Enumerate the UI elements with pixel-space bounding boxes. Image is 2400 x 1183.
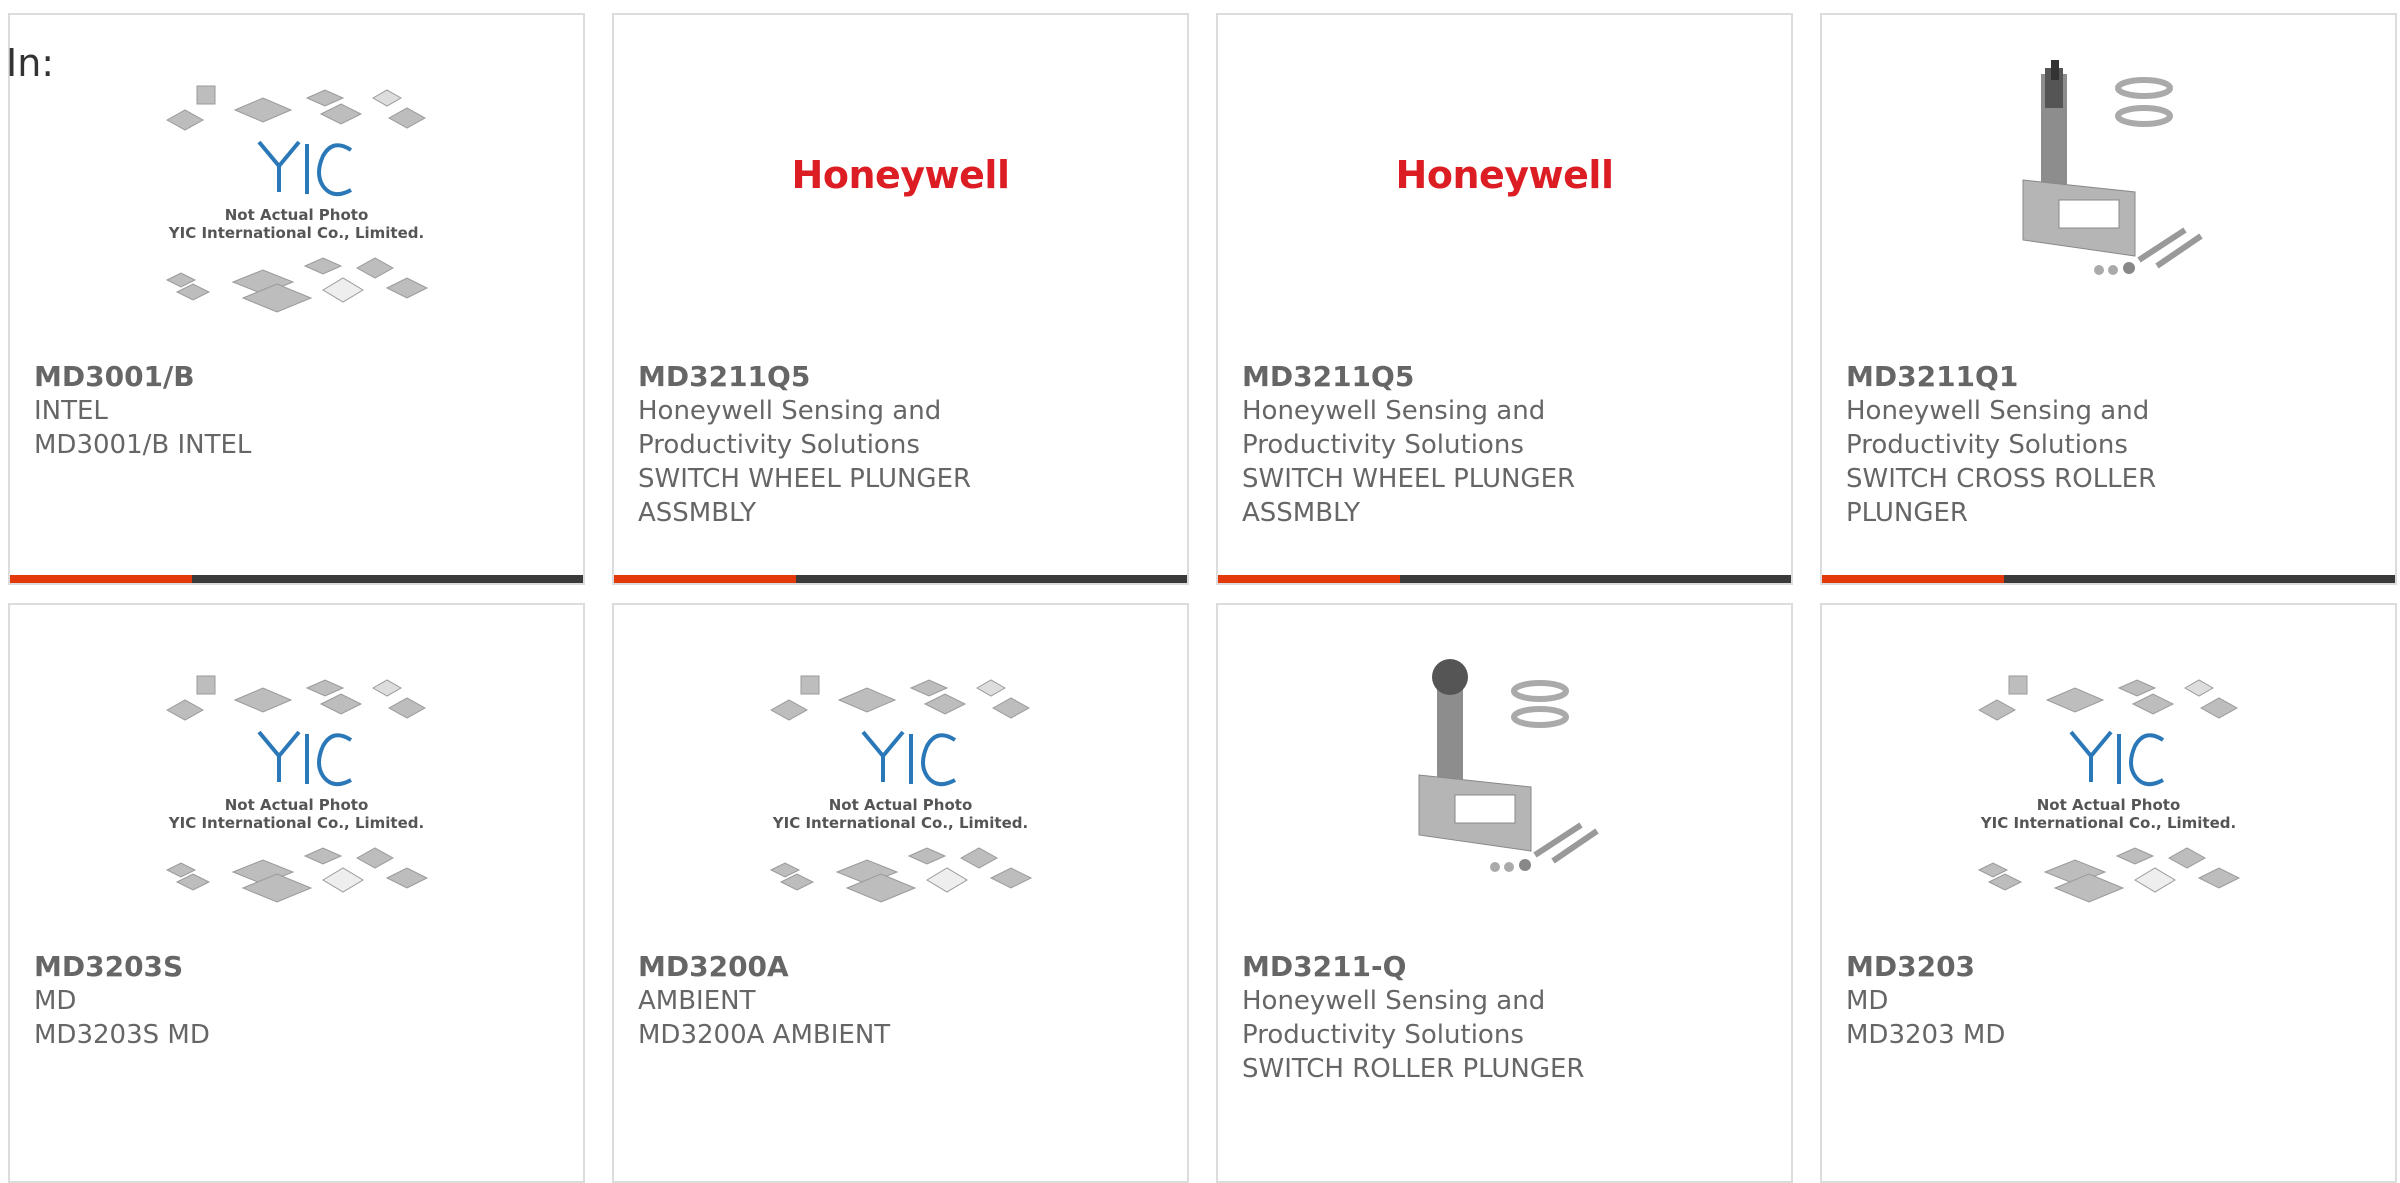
product-card[interactable]: Not Actual Photo YIC International Co., …: [8, 603, 585, 1183]
description-line2: PLUNGER: [1846, 498, 1968, 528]
description: MD3200A AMBIENT: [638, 1020, 891, 1050]
manufacturer: MD: [1846, 986, 1889, 1016]
filter-label: In:: [6, 41, 55, 85]
product-card[interactable]: Honeywell MD3211Q5 Honeywell Sensing and…: [612, 13, 1189, 585]
product-image[interactable]: Not Actual Photo YIC International Co., …: [1822, 625, 2395, 955]
description: MD3203 MD: [1846, 1020, 2006, 1050]
product-card[interactable]: Not Actual Photo YIC International Co., …: [8, 13, 585, 585]
product-card[interactable]: Honeywell MD3211Q5 Honeywell Sensing and…: [1216, 13, 1793, 585]
placeholder-caption: Not Actual Photo YIC International Co., …: [772, 796, 1029, 832]
plunger-switch-photo: [2022, 60, 2203, 275]
part-number[interactable]: MD3200A: [638, 950, 1167, 984]
yic-placeholder-image: Not Actual Photo YIC International Co., …: [147, 70, 447, 330]
description-line1: SWITCH ROLLER PLUNGER: [1242, 1054, 1585, 1084]
product-card[interactable]: MD3211-Q Honeywell Sensing and Productiv…: [1216, 603, 1793, 1183]
placeholder-caption: Not Actual Photo YIC International Co., …: [168, 796, 425, 832]
honeywell-logo: Honeywell: [791, 153, 1010, 197]
product-image[interactable]: Not Actual Photo YIC International Co., …: [10, 625, 583, 955]
manufacturer-line1: Honeywell Sensing and: [638, 396, 942, 426]
plunger-switch-photo: [1418, 659, 1599, 872]
product-image[interactable]: Not Actual Photo YIC International Co., …: [10, 35, 583, 365]
description: MD3001/B INTEL: [34, 430, 252, 460]
part-number[interactable]: MD3203: [1846, 950, 2375, 984]
part-number[interactable]: MD3211Q1: [1846, 360, 2375, 394]
card-bar: [1218, 575, 1791, 583]
yic-placeholder-image: Not Actual Photo YIC International Co., …: [751, 660, 1051, 920]
manufacturer-line1: Honeywell Sensing and: [1846, 396, 2150, 426]
placeholder-caption: Not Actual Photo YIC International Co., …: [1980, 796, 2237, 832]
manufacturer-line2: Productivity Solutions: [638, 430, 920, 460]
manufacturer: MD: [34, 986, 77, 1016]
yic-placeholder-image: Not Actual Photo YIC International Co., …: [1959, 660, 2259, 920]
description-line1: SWITCH WHEEL PLUNGER: [638, 464, 972, 494]
product-image[interactable]: Honeywell: [614, 35, 1187, 365]
description-line2: ASSMBLY: [638, 498, 756, 528]
part-number[interactable]: MD3211Q5: [1242, 360, 1771, 394]
part-number[interactable]: MD3211Q5: [638, 360, 1167, 394]
part-number[interactable]: MD3001/B: [34, 360, 563, 394]
honeywell-logo: Honeywell: [1395, 153, 1614, 197]
product-card[interactable]: Not Actual Photo YIC International Co., …: [612, 603, 1189, 1183]
manufacturer-line2: Productivity Solutions: [1242, 430, 1524, 460]
card-bar: [614, 575, 1187, 583]
product-image[interactable]: [1822, 35, 2395, 365]
description-line1: SWITCH CROSS ROLLER: [1846, 464, 2157, 494]
manufacturer-line1: Honeywell Sensing and: [1242, 396, 1546, 426]
manufacturer-line2: Productivity Solutions: [1242, 1020, 1524, 1050]
part-number[interactable]: MD3203S: [34, 950, 563, 984]
manufacturer: AMBIENT: [638, 986, 756, 1016]
part-number[interactable]: MD3211-Q: [1242, 950, 1771, 984]
product-image[interactable]: Honeywell: [1218, 35, 1791, 365]
description-line2: ASSMBLY: [1242, 498, 1360, 528]
product-image[interactable]: Not Actual Photo YIC International Co., …: [614, 625, 1187, 955]
product-card[interactable]: MD3211Q1 Honeywell Sensing and Productiv…: [1820, 13, 2397, 585]
product-image[interactable]: [1218, 625, 1791, 955]
yic-placeholder-image: Not Actual Photo YIC International Co., …: [147, 660, 447, 920]
product-card[interactable]: Not Actual Photo YIC International Co., …: [1820, 603, 2397, 1183]
manufacturer: INTEL: [34, 396, 108, 426]
card-bar: [10, 575, 583, 583]
placeholder-caption: Not Actual Photo YIC International Co., …: [168, 206, 425, 242]
card-bar: [1822, 575, 2395, 583]
manufacturer-line1: Honeywell Sensing and: [1242, 986, 1546, 1016]
description: MD3203S MD: [34, 1020, 210, 1050]
description-line1: SWITCH WHEEL PLUNGER: [1242, 464, 1576, 494]
manufacturer-line2: Productivity Solutions: [1846, 430, 2128, 460]
